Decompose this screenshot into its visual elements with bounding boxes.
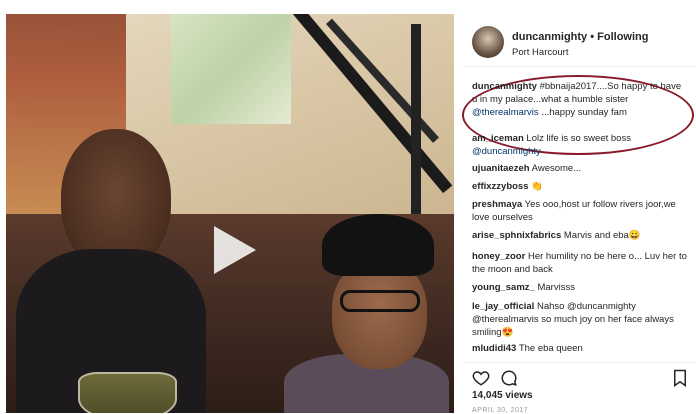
comment-username[interactable]: ujuanitaezeh — [472, 163, 530, 174]
man-head — [61, 129, 171, 269]
woman-figure — [274, 214, 449, 413]
list-item: effixzzyboss 👏 — [472, 180, 688, 193]
stair-post — [411, 24, 421, 224]
bookmark-icon[interactable] — [672, 369, 688, 387]
list-item: ujuanitaezeh Awesome... — [472, 162, 688, 175]
food-bowl — [78, 372, 177, 413]
action-bar — [462, 362, 696, 389]
view-count[interactable]: 14,045 views — [472, 390, 533, 401]
comment-list: duncanmighty #bbnaija2017....So happy to… — [462, 80, 696, 365]
location-link[interactable]: Port Harcourt — [512, 47, 569, 58]
comment-username[interactable]: am_iceman — [472, 133, 524, 144]
comment-username[interactable]: preshmaya — [472, 199, 522, 210]
post-video[interactable] — [6, 14, 454, 413]
separator-dot: • — [590, 31, 595, 43]
list-item: mludidi43 The eba queen — [472, 342, 688, 355]
comment-mention[interactable]: @duncanmighty — [472, 146, 541, 157]
comment-username[interactable]: arise_sphnixfabrics — [472, 230, 561, 241]
post-sidebar: duncanmighty • Following Port Harcourt d… — [462, 14, 696, 414]
list-item: young_samz_ Marvisss — [472, 281, 688, 294]
list-item: arise_sphnixfabrics Marvis and eba😀 — [472, 229, 688, 242]
comment-username[interactable]: mludidi43 — [472, 343, 516, 354]
cap — [322, 214, 434, 276]
caption: duncanmighty #bbnaija2017....So happy to… — [472, 80, 688, 119]
list-item: honey_zoor Her humility no be here o... … — [472, 250, 688, 276]
comment-text: Lolz life is so sweet boss — [526, 133, 631, 144]
comment-text: Awesome... — [531, 163, 582, 174]
header-line: duncanmighty • Following — [512, 31, 648, 43]
man-figure — [16, 129, 206, 413]
comment-text: Marvisss — [537, 282, 575, 293]
heart-icon[interactable] — [472, 369, 490, 387]
caption-username[interactable]: duncanmighty — [472, 81, 537, 92]
caption-mention[interactable]: @therealmarvis — [472, 107, 539, 118]
comment-text: 👏 — [531, 181, 543, 192]
post-header: duncanmighty • Following Port Harcourt — [462, 14, 696, 67]
comment-username[interactable]: le_jay_official — [472, 301, 534, 312]
avatar[interactable] — [472, 26, 504, 58]
following-button[interactable]: Following — [597, 31, 648, 43]
stained-glass-window — [171, 14, 291, 124]
play-icon[interactable] — [214, 226, 256, 274]
list-item: preshmaya Yes ooo,host ur follow rivers … — [472, 198, 688, 224]
caption-text-end: ...happy sunday fam — [541, 107, 627, 118]
comment-icon[interactable] — [500, 369, 518, 387]
list-item: le_jay_official Nahso @duncanmighty @the… — [472, 300, 688, 339]
comment-username[interactable]: effixzzyboss — [472, 181, 529, 192]
comment-username[interactable]: honey_zoor — [472, 251, 525, 262]
glasses — [340, 290, 420, 312]
comment-username[interactable]: young_samz_ — [472, 282, 535, 293]
instagram-post: duncanmighty • Following Port Harcourt d… — [0, 0, 696, 414]
list-item: am_iceman Lolz life is so sweet boss @du… — [472, 132, 688, 158]
comment-text: The eba queen — [518, 343, 583, 354]
username-link[interactable]: duncanmighty — [512, 31, 587, 43]
comment-text: Marvis and eba😀 — [563, 230, 641, 241]
